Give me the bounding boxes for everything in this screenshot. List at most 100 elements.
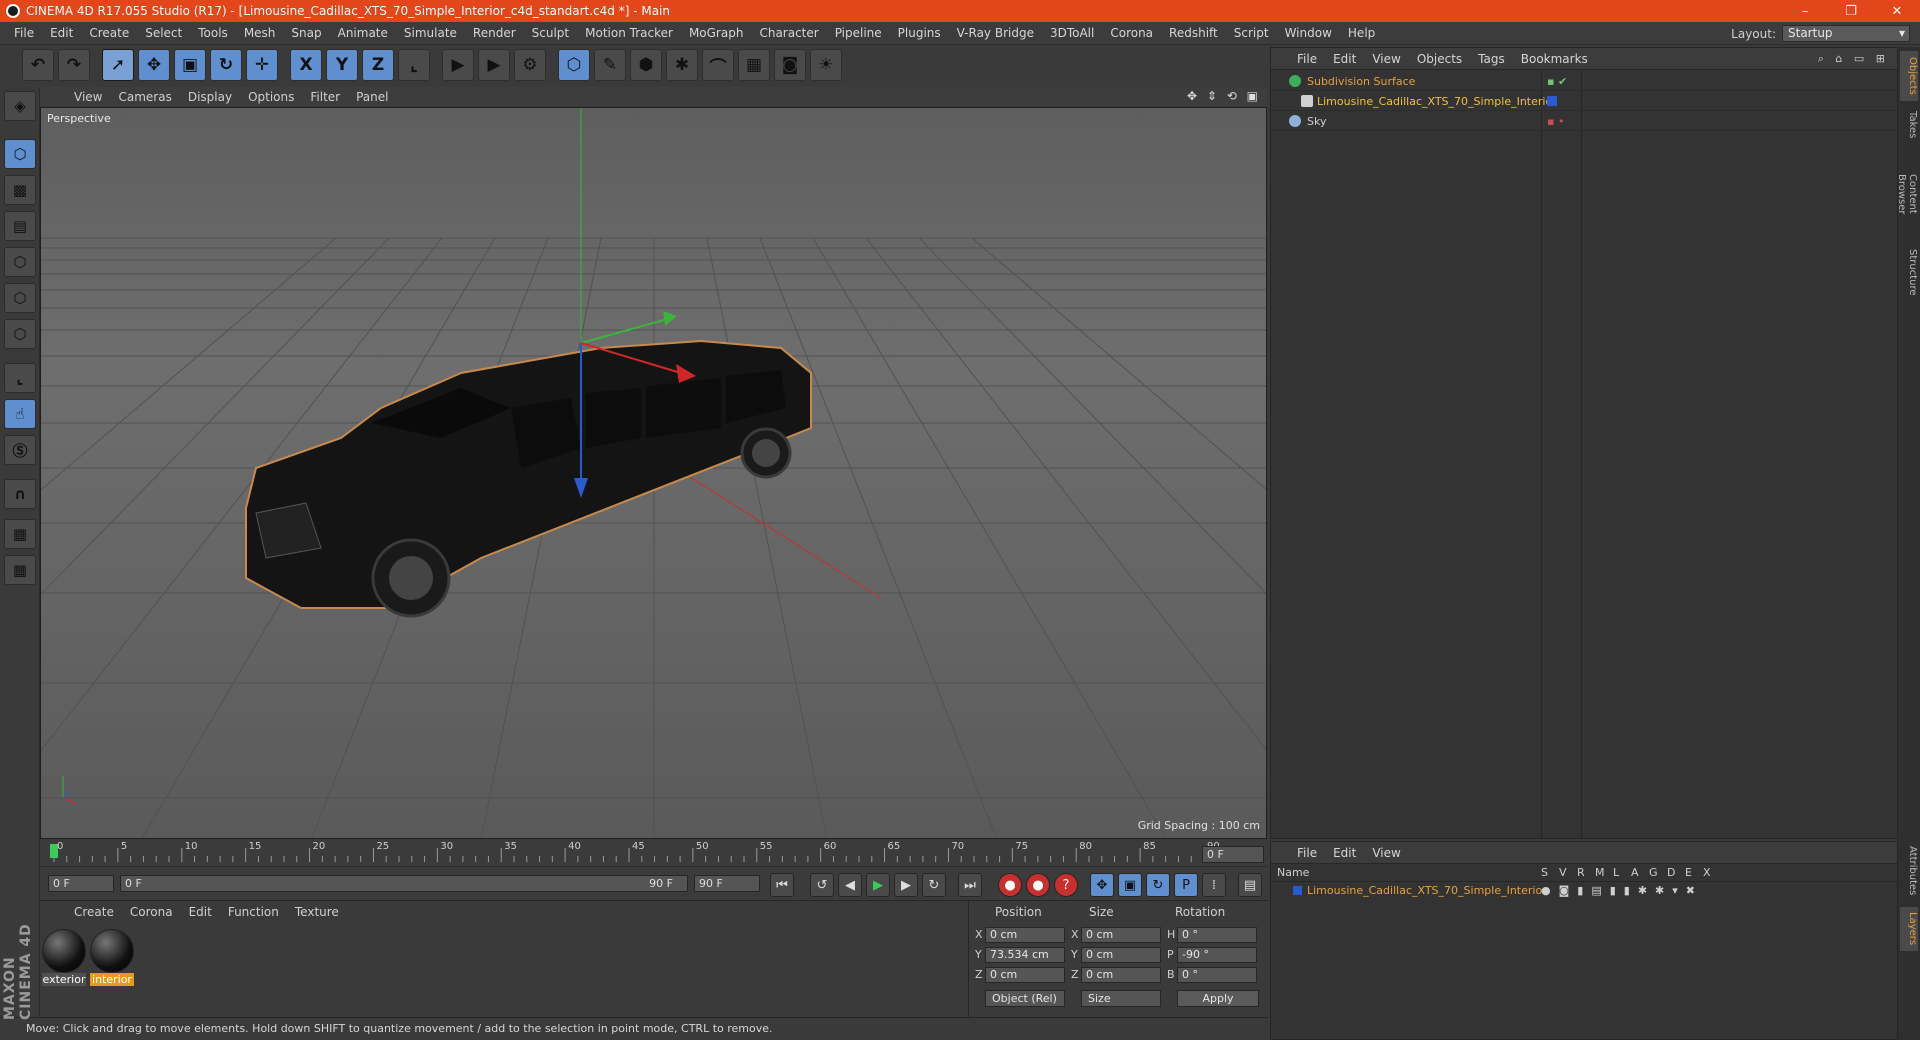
objects-menu-bookmarks[interactable]: Bookmarks — [1513, 52, 1596, 66]
timeline-ruler[interactable]: 051015202530354045505560657075808590 0 F — [40, 840, 1267, 866]
key-point-level-icon[interactable]: ⁞ — [1202, 873, 1226, 897]
floor-environment-icon[interactable]: ▦ — [738, 49, 770, 81]
tab-takes[interactable]: Takes — [1900, 105, 1918, 145]
points-mode-icon[interactable]: ⬡ — [4, 247, 36, 277]
key-rotation-icon[interactable]: ↻ — [1146, 873, 1170, 897]
x-axis-lock-button[interactable]: X — [290, 49, 322, 81]
material-menu-texture[interactable]: Texture — [287, 905, 347, 919]
frame-range-slider[interactable]: 0 F 90 F — [120, 875, 688, 892]
menu-mograph[interactable]: MoGraph — [681, 26, 752, 40]
layers-menu-file[interactable]: File — [1289, 846, 1325, 860]
menu-snap[interactable]: Snap — [283, 26, 329, 40]
layer-color-swatch[interactable] — [1547, 96, 1557, 106]
size-mode-dropdown[interactable]: Size — [1081, 990, 1161, 1007]
spline-pen-icon[interactable]: ✎ — [594, 49, 626, 81]
make-editable-icon[interactable]: ◈ — [4, 91, 36, 121]
subdivision-surface-icon[interactable]: ⬢ — [630, 49, 662, 81]
rotation-h-field[interactable]: 0 ° — [1177, 927, 1257, 943]
undo-icon[interactable]: ↶ — [22, 49, 54, 81]
material-menu-corona[interactable]: Corona — [122, 905, 181, 919]
material-swatch-interior[interactable]: interior — [90, 929, 136, 987]
axis-mode-icon[interactable]: ⌞ — [4, 363, 36, 393]
object-row-limousine[interactable]: Limousine_Cadillac_XTS_70_Simple_Interio… — [1271, 92, 1897, 111]
visibility-check-icon[interactable]: ▪ ✔ — [1547, 72, 1567, 91]
viewport-menu-options[interactable]: Options — [240, 90, 302, 104]
workplane-lock-icon[interactable]: ▦ — [4, 519, 36, 549]
play-forward-icon[interactable]: ▶ — [866, 873, 890, 897]
size-z-field[interactable]: 0 cm — [1081, 967, 1161, 983]
menu-edit[interactable]: Edit — [42, 26, 81, 40]
goto-start-icon[interactable]: ⏮ — [770, 873, 794, 897]
menu-corona[interactable]: Corona — [1102, 26, 1161, 40]
rotation-p-field[interactable]: -90 ° — [1177, 947, 1257, 963]
objects-menu-objects[interactable]: Objects — [1409, 52, 1470, 66]
object-row-sky[interactable]: Sky ▪ • — [1271, 112, 1897, 131]
menu-select[interactable]: Select — [137, 26, 190, 40]
menu-vray-bridge[interactable]: V-Ray Bridge — [949, 26, 1042, 40]
z-axis-lock-button[interactable]: Z — [362, 49, 394, 81]
material-swatch-exterior[interactable]: exterior — [42, 929, 88, 987]
previous-frame-icon[interactable]: ◀ — [838, 873, 862, 897]
y-axis-lock-button[interactable]: Y — [326, 49, 358, 81]
move-tool-icon[interactable]: ✥ — [138, 49, 170, 81]
tweak-mode-icon[interactable]: ☝ — [4, 399, 36, 429]
goto-end-icon[interactable]: ⏭ — [958, 873, 982, 897]
objects-menu-edit[interactable]: Edit — [1325, 52, 1364, 66]
material-menu-function[interactable]: Function — [220, 905, 287, 919]
material-menu-create[interactable]: Create — [66, 905, 122, 919]
deformer-icon[interactable]: ⌒ — [702, 49, 734, 81]
magnet-icon[interactable]: ∩ — [4, 479, 36, 509]
position-x-field[interactable]: 0 cm — [985, 927, 1065, 943]
menu-render[interactable]: Render — [465, 26, 524, 40]
rotate-tool-icon[interactable]: ↻ — [210, 49, 242, 81]
current-frame-field[interactable]: 0 F — [1202, 846, 1264, 863]
apply-button[interactable]: Apply — [1177, 990, 1259, 1007]
objects-menu-view[interactable]: View — [1364, 52, 1408, 66]
key-position-icon[interactable]: ✥ — [1090, 873, 1114, 897]
menu-3dtoall[interactable]: 3DToAll — [1042, 26, 1102, 40]
objects-menu-file[interactable]: File — [1289, 52, 1325, 66]
material-menu-edit[interactable]: Edit — [181, 905, 220, 919]
rotation-b-field[interactable]: 0 ° — [1177, 967, 1257, 983]
layout-select[interactable]: Startup — [1782, 25, 1910, 42]
key-parameter-icon[interactable]: P — [1174, 873, 1198, 897]
menu-sculpt[interactable]: Sculpt — [524, 26, 577, 40]
menu-help[interactable]: Help — [1340, 26, 1383, 40]
tab-objects[interactable]: Objects — [1900, 51, 1918, 101]
menu-redshift[interactable]: Redshift — [1161, 26, 1226, 40]
snap-icon[interactable]: Ⓢ — [4, 435, 36, 465]
coordinate-system-icon[interactable]: ⌞ — [398, 49, 430, 81]
add-object-icon[interactable]: ✛ — [246, 49, 278, 81]
layers-menu-view[interactable]: View — [1364, 846, 1408, 860]
render-settings-icon[interactable]: ⚙ — [514, 49, 546, 81]
next-frame-icon[interactable]: ▶ — [894, 873, 918, 897]
minimize-button[interactable]: – — [1782, 0, 1828, 22]
timeline-window-icon[interactable]: ▤ — [1238, 873, 1262, 897]
scale-tool-icon[interactable]: ▣ — [174, 49, 206, 81]
workplane-toggle-icon[interactable]: ▦ — [4, 555, 36, 585]
redo-icon[interactable]: ↷ — [58, 49, 90, 81]
position-y-field[interactable]: 73.534 cm — [985, 947, 1065, 963]
tab-attributes[interactable]: Attributes — [1900, 839, 1918, 903]
perspective-viewport[interactable]: Perspective Grid Spacing : 100 cm — [40, 107, 1267, 839]
menu-window[interactable]: Window — [1277, 26, 1340, 40]
viewport-menu-display[interactable]: Display — [180, 90, 240, 104]
tab-content-browser[interactable]: Content Browser — [1896, 149, 1918, 239]
layer-flag-icons[interactable]: ●◙▮▤▮▮✱✱▾✖ — [1541, 882, 1703, 899]
size-y-field[interactable]: 0 cm — [1081, 947, 1161, 963]
start-frame-field[interactable]: 0 F — [48, 875, 114, 892]
render-view-icon[interactable]: ▶ — [442, 49, 474, 81]
keyframe-selection-icon[interactable]: ? — [1054, 873, 1078, 897]
menu-character[interactable]: Character — [751, 26, 826, 40]
menu-tools[interactable]: Tools — [190, 26, 236, 40]
sky-tag-icon[interactable]: ▪ • — [1547, 112, 1564, 131]
close-button[interactable]: ✕ — [1874, 0, 1920, 22]
object-manager-tool-icons[interactable]: ⌕ ⌂ ▭ ⊞ — [1818, 52, 1889, 66]
position-z-field[interactable]: 0 cm — [985, 967, 1065, 983]
size-x-field[interactable]: 0 cm — [1081, 927, 1161, 943]
next-key-icon[interactable]: ↻ — [922, 873, 946, 897]
menu-plugins[interactable]: Plugins — [890, 26, 949, 40]
object-row-subdivision-surface[interactable]: Subdivision Surface ▪ ✔ — [1271, 72, 1897, 91]
tab-structure[interactable]: Structure — [1900, 243, 1918, 301]
camera-icon[interactable]: ◙ — [774, 49, 806, 81]
